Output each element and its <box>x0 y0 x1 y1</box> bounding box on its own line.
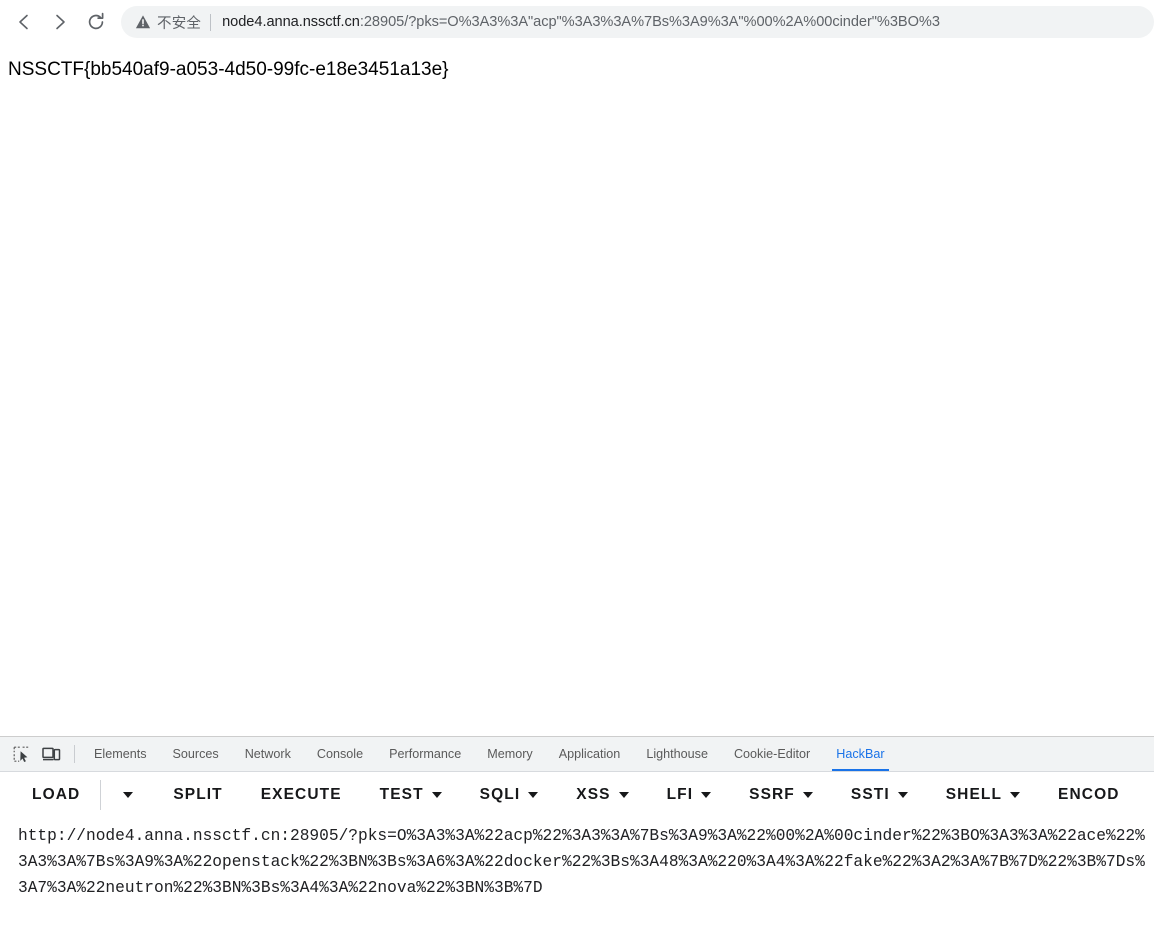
hackbar-xss-button[interactable]: XSS <box>572 780 632 810</box>
devtools-panel: Elements Sources Network Console Perform… <box>0 736 1154 952</box>
omnibox-divider <box>210 13 212 31</box>
button-label: XSS <box>576 785 611 803</box>
hackbar-toolbar-divider <box>100 779 102 810</box>
tab-label: Application <box>558 747 621 761</box>
chevron-down-icon <box>1010 791 1021 798</box>
chevron-down-icon <box>701 791 712 798</box>
browser-toolbar: 不安全 node4.anna.nssctf.cn:28905/?pks=O%3A… <box>0 0 1154 44</box>
hackbar-ssti-button[interactable]: SSTI <box>847 780 912 810</box>
hackbar-shell-button[interactable]: SHELL <box>942 780 1024 810</box>
hackbar-encoding-button[interactable]: ENCOD <box>1054 780 1123 810</box>
button-label: LOAD <box>32 785 81 803</box>
devtools-tabbar: Elements Sources Network Console Perform… <box>0 737 1154 772</box>
page-viewport: NSSCTF{bb540af9-a053-4d50-99fc-e18e3451a… <box>0 44 1154 736</box>
devtools-tab-console[interactable]: Console <box>304 737 376 771</box>
button-label: LFI <box>666 785 694 803</box>
back-arrow-icon <box>19 14 28 30</box>
devtools-tab-sources[interactable]: Sources <box>160 737 232 771</box>
hackbar-toolbar: LOAD SPLIT EXECUTE TEST SQLI XSS LFI SSR… <box>0 772 1154 817</box>
address-bar[interactable]: 不安全 node4.anna.nssctf.cn:28905/?pks=O%3A… <box>121 6 1154 38</box>
inspect-element-button[interactable] <box>6 737 36 771</box>
hackbar-load-button[interactable]: LOAD <box>28 780 84 810</box>
tab-label: HackBar <box>836 747 885 761</box>
chevron-down-icon <box>897 791 908 798</box>
tab-label: Performance <box>389 747 462 761</box>
hackbar-split-button[interactable]: SPLIT <box>169 780 226 810</box>
device-toolbar-button[interactable] <box>36 737 66 771</box>
chevron-down-icon <box>618 791 629 798</box>
url-host: node4.anna.nssctf.cn <box>222 14 360 30</box>
button-label: SSRF <box>749 785 795 803</box>
devtools-tab-network[interactable]: Network <box>232 737 304 771</box>
devtools-tab-memory[interactable]: Memory <box>474 737 545 771</box>
button-label: SSTI <box>850 785 890 803</box>
devtools-tab-lighthouse[interactable]: Lighthouse <box>633 737 721 771</box>
not-secure-warning-icon <box>135 15 151 29</box>
inspect-element-icon <box>13 746 29 762</box>
device-toolbar-icon <box>41 747 60 760</box>
devtools-tab-cookie-editor[interactable]: Cookie-Editor <box>721 737 823 771</box>
hackbar-url-input[interactable]: http://node4.anna.nssctf.cn:28905/?pks=O… <box>0 817 1154 947</box>
hackbar-test-button[interactable]: TEST <box>376 780 446 810</box>
chevron-down-icon <box>802 791 813 798</box>
page-body-text: NSSCTF{bb540af9-a053-4d50-99fc-e18e3451a… <box>8 59 449 80</box>
url-path: :28905/?pks=O%3A3%3A"acp"%3A3%3A%7Bs%3A9… <box>359 14 940 30</box>
tab-label: Console <box>316 747 364 761</box>
button-label: TEST <box>379 785 424 803</box>
button-label: SHELL <box>945 785 1003 803</box>
tab-label: Sources <box>172 747 219 761</box>
chevron-down-icon <box>431 791 442 798</box>
chevron-down-icon <box>123 791 134 798</box>
back-button[interactable] <box>8 6 40 38</box>
devtools-tab-application[interactable]: Application <box>546 737 634 771</box>
tab-label: Cookie-Editor <box>733 747 811 761</box>
chevron-down-icon <box>528 791 539 798</box>
button-label: ENCOD <box>1058 785 1120 803</box>
reload-icon <box>88 12 104 30</box>
tab-label: Elements <box>94 747 147 761</box>
tab-label: Memory <box>487 747 533 761</box>
hackbar-load-dropdown-button[interactable] <box>117 791 139 798</box>
devtools-tab-performance[interactable]: Performance <box>376 737 474 771</box>
button-label: EXECUTE <box>260 785 342 803</box>
tab-label: Network <box>244 747 291 761</box>
hackbar-ssrf-button[interactable]: SSRF <box>745 780 817 810</box>
hackbar-execute-button[interactable]: EXECUTE <box>257 780 346 810</box>
url-text: node4.anna.nssctf.cn:28905/?pks=O%3A3%3A… <box>222 14 1144 30</box>
button-label: SPLIT <box>173 785 223 803</box>
forward-button[interactable] <box>44 6 76 38</box>
security-status-label: 不安全 <box>157 15 202 32</box>
tab-label: Lighthouse <box>646 747 708 761</box>
button-label: SQLI <box>479 785 521 803</box>
forward-arrow-icon <box>56 14 65 30</box>
devtools-icons-divider <box>74 745 75 763</box>
hackbar-sqli-button[interactable]: SQLI <box>476 780 543 810</box>
devtools-tab-elements[interactable]: Elements <box>81 737 160 771</box>
hackbar-lfi-button[interactable]: LFI <box>663 780 716 810</box>
devtools-tab-hackbar[interactable]: HackBar <box>823 737 897 771</box>
reload-button[interactable] <box>80 6 112 38</box>
